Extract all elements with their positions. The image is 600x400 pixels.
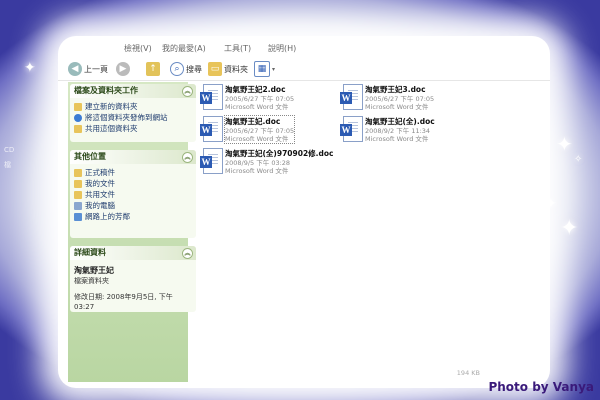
up-folder-button[interactable]: ↑	[146, 62, 160, 76]
file-name: 淘氣野王妃(全).doc	[365, 117, 435, 126]
details-header[interactable]: 詳細資料 ︽	[70, 246, 196, 260]
word-document-icon: W	[200, 116, 223, 142]
search-label: 搜尋	[186, 64, 202, 74]
place-link-network[interactable]: 網路上的芳鄰	[74, 211, 192, 222]
left-ghost-text: CD 檔	[0, 140, 58, 260]
details-modified-date: 修改日期: 2008年9月5日, 下午 03:27	[74, 293, 173, 311]
collapse-icon[interactable]: ︽	[182, 248, 193, 259]
place-link-label: 正式稿件	[85, 168, 115, 177]
file-name: 淘氣野王妃(全)970902修.doc	[225, 149, 334, 158]
file-name: 淘氣野王妃.doc	[225, 117, 281, 126]
file-type: Microsoft Word 文件	[225, 103, 289, 111]
place-link-label: 網路上的芳鄰	[85, 212, 130, 221]
file-type: Microsoft Word 文件	[365, 135, 429, 143]
file-date: 2005/6/27 下午 07:05	[225, 95, 295, 103]
folder-icon	[74, 168, 82, 177]
other-places-title: 其他位置	[74, 152, 106, 161]
sparkle-icon: ✦	[560, 216, 579, 241]
file-tasks-panel: 檔案及資料夾工作 ︽ 建立新的資料夾 將這個資料夾發佈到網站 共用這個資料夾	[70, 84, 196, 142]
folder-icon: ▭	[208, 62, 222, 76]
file-type: Microsoft Word 文件	[365, 103, 429, 111]
task-pane: 檔案及資料夾工作 ︽ 建立新的資料夾 將這個資料夾發佈到網站 共用這個資料夾 其…	[68, 82, 196, 382]
shared-folder-icon	[74, 190, 82, 199]
collapse-icon[interactable]: ︽	[182, 86, 193, 97]
computer-icon	[74, 201, 82, 210]
menu-item-help[interactable]: 說明(H)	[268, 43, 296, 54]
place-link-shared-documents[interactable]: 共用文件	[74, 189, 192, 200]
task-link-label: 共用這個資料夾	[85, 124, 138, 133]
ghost-line: 檔	[4, 161, 11, 169]
file-date: 2005/6/27 下午 07:05	[225, 127, 295, 135]
details-title: 詳細資料	[74, 248, 106, 257]
file-name: 淘氣野王妃2.doc	[225, 85, 286, 94]
explorer-window: 檢視(V) 我的最愛(A) 工具(T) 說明(H) ◀ 上一頁 ▶ ↑ ⌕ 搜尋…	[58, 36, 550, 388]
network-icon	[74, 212, 82, 221]
word-document-icon: W	[200, 84, 223, 110]
file-tasks-header[interactable]: 檔案及資料夾工作 ︽	[70, 84, 196, 98]
up-folder-icon: ↑	[146, 62, 160, 76]
word-document-icon: W	[200, 148, 223, 174]
share-folder-icon	[74, 124, 82, 133]
other-places-header[interactable]: 其他位置 ︽	[70, 150, 196, 164]
menu-item-view[interactable]: 檢視(V)	[124, 43, 152, 54]
file-item[interactable]: W 淘氣野王妃3.doc 2005/6/27 下午 07:05 Microsof…	[340, 84, 434, 111]
file-date: 2008/9/2 下午 11:34	[365, 127, 431, 135]
search-button[interactable]: ⌕ 搜尋	[170, 62, 202, 76]
task-link-label: 建立新的資料夾	[85, 102, 138, 111]
screenshot-stage: CD 檔 ✦ ✧ ✦ ✦ ✦ ✦ ✧ ✦ ✧ 檢視(V) 我的最愛(A) 工具(…	[0, 0, 600, 400]
task-link-publish[interactable]: 將這個資料夾發佈到網站	[74, 112, 192, 123]
place-link-label: 我的文件	[85, 179, 115, 188]
details-panel: 詳細資料 ︽ 淘氣野王妃 檔案資料夾 修改日期: 2008年9月5日, 下午 0…	[70, 246, 196, 312]
documents-icon	[74, 179, 82, 188]
sparkle-icon: ✦	[24, 60, 36, 76]
place-link-my-computer[interactable]: 我的電腦	[74, 200, 192, 211]
place-link-label: 我的電腦	[85, 201, 115, 210]
folders-label: 資料夾	[224, 64, 248, 74]
menu-item-favorites[interactable]: 我的最愛(A)	[162, 43, 206, 54]
back-label: 上一頁	[84, 64, 108, 74]
word-document-icon: W	[340, 84, 363, 110]
file-name: 淘氣野王妃3.doc	[365, 85, 426, 94]
task-link-new-folder[interactable]: 建立新的資料夾	[74, 101, 192, 112]
forward-arrow-icon: ▶	[116, 62, 130, 76]
file-type: Microsoft Word 文件	[225, 135, 289, 143]
place-link-drafts[interactable]: 正式稿件	[74, 167, 192, 178]
place-link-my-documents[interactable]: 我的文件	[74, 178, 192, 189]
status-bar-size: 194 KB	[456, 369, 480, 377]
views-icon: ▦	[254, 61, 270, 77]
file-type: Microsoft Word 文件	[225, 167, 289, 175]
ghost-line: CD	[4, 146, 15, 154]
views-button[interactable]: ▦ ▾	[254, 61, 276, 77]
sparkle-icon: ✦	[556, 132, 573, 156]
folders-button[interactable]: ▭ 資料夾	[208, 62, 248, 76]
back-button[interactable]: ◀ 上一頁	[68, 62, 108, 76]
file-tasks-title: 檔案及資料夾工作	[74, 86, 138, 95]
file-list: W 淘氣野王妃2.doc 2005/6/27 下午 07:05 Microsof…	[198, 82, 548, 382]
file-item[interactable]: W 淘氣野王妃(全)970902修.doc 2008/9/5 下午 03:28 …	[200, 148, 333, 175]
file-item[interactable]: W 淘氣野王妃2.doc 2005/6/27 下午 07:05 Microsof…	[200, 84, 294, 111]
file-item-selected[interactable]: W 淘氣野王妃.doc 2005/6/27 下午 07:05 Microsoft…	[200, 115, 296, 144]
photo-credit: Photo by Vanya	[488, 380, 594, 394]
other-places-panel: 其他位置 ︽ 正式稿件 我的文件 共用文件 我的電腦 網路上的芳鄰	[70, 150, 196, 238]
details-item-type: 檔案資料夾	[74, 277, 109, 285]
task-link-label: 將這個資料夾發佈到網站	[85, 113, 168, 122]
search-icon: ⌕	[170, 62, 184, 76]
menu-bar: 檢視(V) 我的最愛(A) 工具(T) 說明(H)	[58, 40, 550, 58]
file-date: 2008/9/5 下午 03:28	[225, 159, 291, 167]
chevron-down-icon: ▾	[272, 65, 276, 73]
new-folder-icon	[74, 102, 82, 111]
toolbar: ◀ 上一頁 ▶ ↑ ⌕ 搜尋 ▭ 資料夾 ▦ ▾	[58, 58, 550, 81]
sparkle-icon: ✧	[574, 154, 583, 165]
word-document-icon: W	[340, 116, 363, 142]
place-link-label: 共用文件	[85, 190, 115, 199]
task-link-share[interactable]: 共用這個資料夾	[74, 123, 192, 134]
collapse-icon[interactable]: ︽	[182, 152, 193, 163]
globe-icon	[74, 113, 82, 122]
back-arrow-icon: ◀	[68, 62, 82, 76]
forward-button[interactable]: ▶	[116, 62, 130, 76]
menu-item-tools[interactable]: 工具(T)	[224, 43, 251, 54]
file-date: 2005/6/27 下午 07:05	[365, 95, 435, 103]
file-item[interactable]: W 淘氣野王妃(全).doc 2008/9/2 下午 11:34 Microso…	[340, 116, 435, 143]
details-item-name: 淘氣野王妃	[74, 266, 114, 275]
